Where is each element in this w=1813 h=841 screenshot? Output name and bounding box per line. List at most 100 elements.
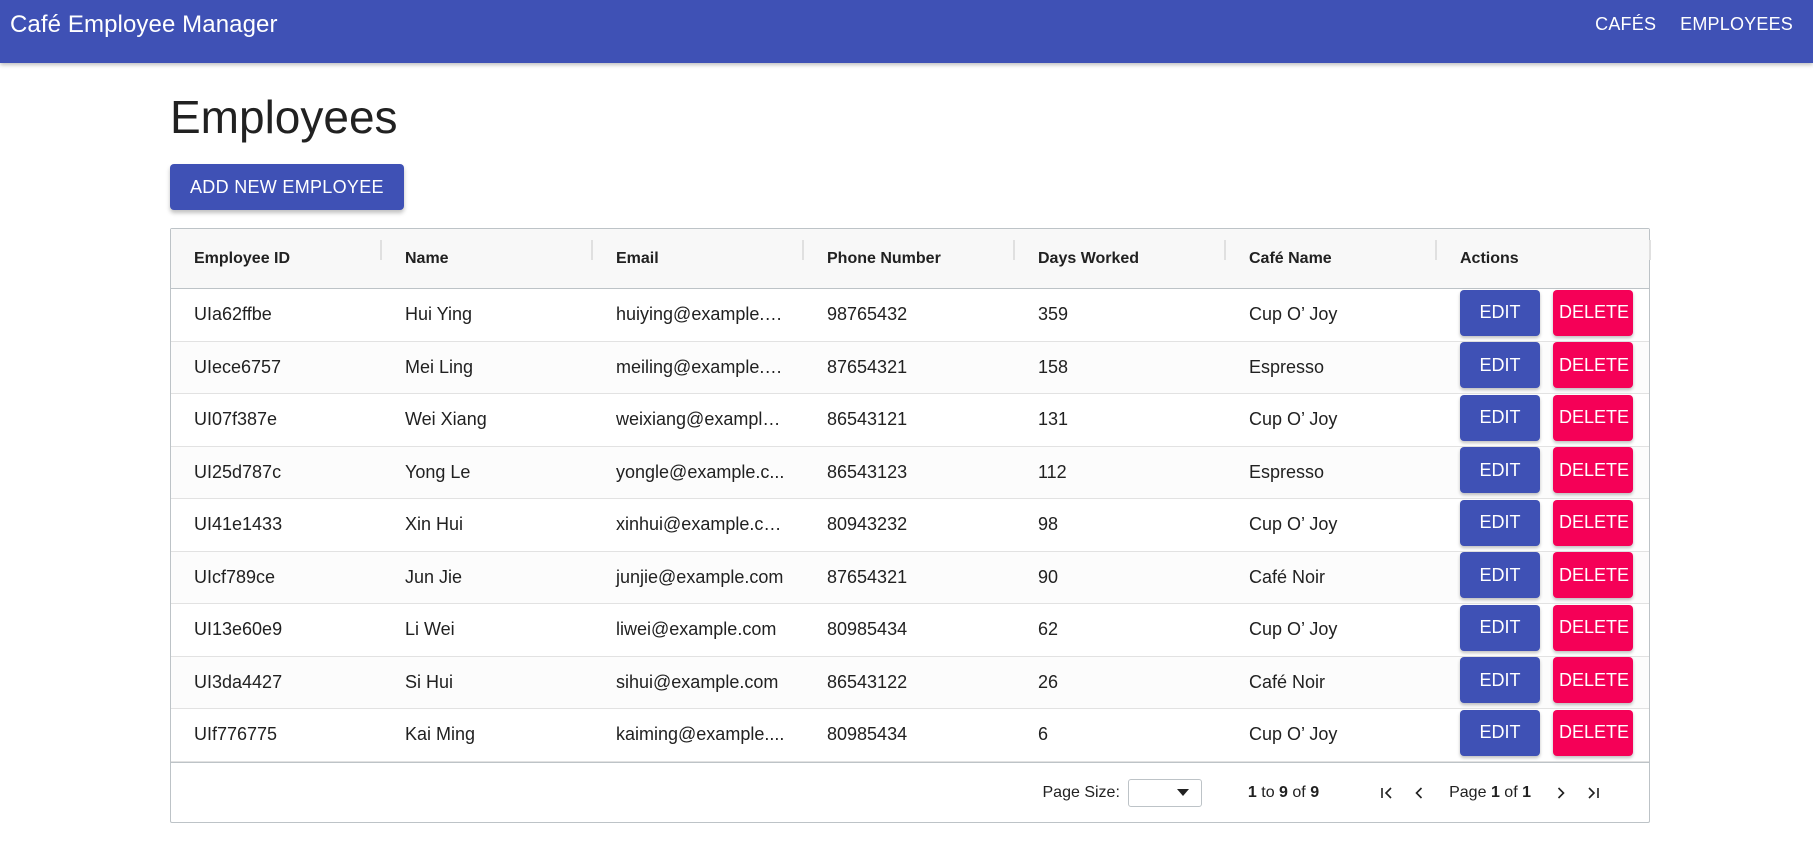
cell-name: Jun Jie [405, 566, 463, 587]
cell-cafe-name: Café Noir [1249, 671, 1326, 692]
delete-button[interactable]: DELETE [1553, 552, 1633, 599]
delete-button[interactable]: DELETE [1553, 604, 1633, 651]
cell-days-worked: 98 [1038, 514, 1059, 535]
cell-days-worked: 90 [1038, 566, 1059, 587]
cell-email: huiying@example.c... [616, 304, 789, 325]
column-header-employee-id[interactable]: Employee ID [171, 239, 382, 268]
cell-days-worked: 6 [1038, 724, 1049, 745]
cell-employee-id: UI13e60e9 [194, 619, 283, 640]
row-actions: EDIT DELETE [1437, 552, 1633, 599]
row-actions: EDIT DELETE [1437, 499, 1633, 546]
pagination-bar: Page Size: 1 to 9 of 9 Page 1 of 1 [171, 762, 1649, 822]
app-title: Café Employee Manager [10, 10, 278, 38]
last-page-icon[interactable] [1579, 779, 1607, 807]
cell-phone: 80985434 [827, 619, 908, 640]
cell-name: Kai Ming [405, 724, 476, 745]
page-indicator: Page 1 of 1 [1449, 784, 1531, 802]
cell-email: liwei@example.com [616, 619, 777, 640]
column-header-name[interactable]: Name [382, 239, 593, 268]
cell-email: kaiming@example.... [616, 724, 785, 745]
edit-button[interactable]: EDIT [1460, 342, 1540, 389]
cell-days-worked: 62 [1038, 619, 1059, 640]
cell-email: xinhui@example.com [616, 514, 789, 535]
delete-button[interactable]: DELETE [1553, 342, 1633, 389]
edit-button[interactable]: EDIT [1460, 447, 1540, 494]
first-page-icon[interactable] [1373, 779, 1401, 807]
delete-button[interactable]: DELETE [1553, 289, 1633, 336]
page-word: Page [1449, 783, 1487, 801]
grid-header: Employee ID Name Email Phone Number Days… [171, 229, 1651, 289]
row-actions: EDIT DELETE [1437, 657, 1633, 704]
cell-days-worked: 131 [1038, 409, 1069, 430]
delete-button[interactable]: DELETE [1553, 394, 1633, 441]
table-row: UIa62ffbe Hui Ying huiying@example.c... … [171, 289, 1649, 342]
cell-phone: 87654321 [827, 566, 908, 587]
edit-button[interactable]: EDIT [1460, 604, 1540, 651]
edit-button[interactable]: EDIT [1460, 552, 1540, 599]
cell-cafe-name: Café Noir [1249, 566, 1326, 587]
column-header-cafe-name[interactable]: Café Name [1226, 239, 1437, 268]
page-size-select[interactable] [1127, 778, 1202, 807]
nav-cafes-link[interactable]: CAFÉS [1583, 8, 1668, 41]
cell-name: Yong Le [405, 461, 471, 482]
cell-name: Mei Ling [405, 356, 474, 377]
nav-employees-link[interactable]: EMPLOYEES [1668, 8, 1805, 41]
edit-button[interactable]: EDIT [1460, 709, 1540, 756]
previous-page-icon[interactable] [1405, 779, 1433, 807]
edit-button[interactable]: EDIT [1460, 289, 1540, 336]
cell-name: Hui Ying [405, 304, 473, 325]
column-header-days-worked[interactable]: Days Worked [1015, 239, 1226, 268]
cell-employee-id: UI25d787c [194, 461, 282, 482]
column-header-actions[interactable]: Actions [1437, 239, 1651, 268]
top-nav: CAFÉS EMPLOYEES [1583, 8, 1805, 41]
row-actions: EDIT DELETE [1437, 447, 1633, 494]
table-row: UIf776775 Kai Ming kaiming@example.... 8… [171, 709, 1649, 762]
cell-cafe-name: Cup O’ Joy [1249, 619, 1338, 640]
table-row: UI25d787c Yong Le yongle@example.c... 86… [171, 446, 1649, 499]
page-current: 1 [1490, 783, 1500, 801]
cell-phone: 80943232 [827, 514, 908, 535]
cell-employee-id: UIa62ffbe [194, 304, 272, 325]
cell-email: sihui@example.com [616, 671, 779, 692]
edit-button[interactable]: EDIT [1460, 394, 1540, 441]
cell-employee-id: UI07f387e [194, 409, 278, 430]
column-header-phone-number[interactable]: Phone Number [804, 239, 1015, 268]
row-actions: EDIT DELETE [1437, 709, 1633, 756]
cell-employee-id: UIece6757 [194, 356, 282, 377]
app-bar: Café Employee Manager CAFÉS EMPLOYEES [0, 0, 1813, 63]
delete-button[interactable]: DELETE [1553, 447, 1633, 494]
cell-employee-id: UIf776775 [194, 724, 278, 745]
cell-employee-id: UI3da4427 [194, 671, 283, 692]
next-page-icon[interactable] [1547, 779, 1575, 807]
delete-button[interactable]: DELETE [1553, 657, 1633, 704]
cell-email: meiling@example.c... [616, 356, 789, 377]
row-actions: EDIT DELETE [1437, 394, 1633, 441]
cell-cafe-name: Espresso [1249, 356, 1325, 377]
cell-phone: 98765432 [827, 304, 908, 325]
cell-cafe-name: Espresso [1249, 461, 1325, 482]
cell-phone: 86543121 [827, 409, 908, 430]
cell-email: yongle@example.c... [616, 461, 785, 482]
chevron-down-icon [1176, 789, 1189, 796]
employees-grid: Employee ID Name Email Phone Number Days… [170, 228, 1651, 823]
grid-body: UIa62ffbe Hui Ying huiying@example.c... … [171, 289, 1649, 762]
cell-cafe-name: Cup O’ Joy [1249, 724, 1338, 745]
cell-name: Li Wei [405, 619, 455, 640]
cell-email: junjie@example.com [616, 566, 784, 587]
add-new-employee-button[interactable]: ADD NEW EMPLOYEE [170, 164, 404, 210]
page-size-label: Page Size: [1042, 783, 1120, 801]
cell-phone: 87654321 [827, 356, 908, 377]
cell-cafe-name: Cup O’ Joy [1249, 514, 1338, 535]
cell-name: Xin Hui [405, 514, 464, 535]
range-of-word: of [1292, 783, 1306, 801]
table-row: UI3da4427 Si Hui sihui@example.com 86543… [171, 656, 1649, 709]
column-header-email[interactable]: Email [593, 239, 804, 268]
cell-days-worked: 359 [1038, 304, 1069, 325]
delete-button[interactable]: DELETE [1553, 499, 1633, 546]
table-row: UI13e60e9 Li Wei liwei@example.com 80985… [171, 604, 1649, 657]
cell-employee-id: UI41e1433 [194, 514, 283, 535]
edit-button[interactable]: EDIT [1460, 499, 1540, 546]
row-actions: EDIT DELETE [1437, 604, 1633, 651]
delete-button[interactable]: DELETE [1553, 709, 1633, 756]
edit-button[interactable]: EDIT [1460, 657, 1540, 704]
